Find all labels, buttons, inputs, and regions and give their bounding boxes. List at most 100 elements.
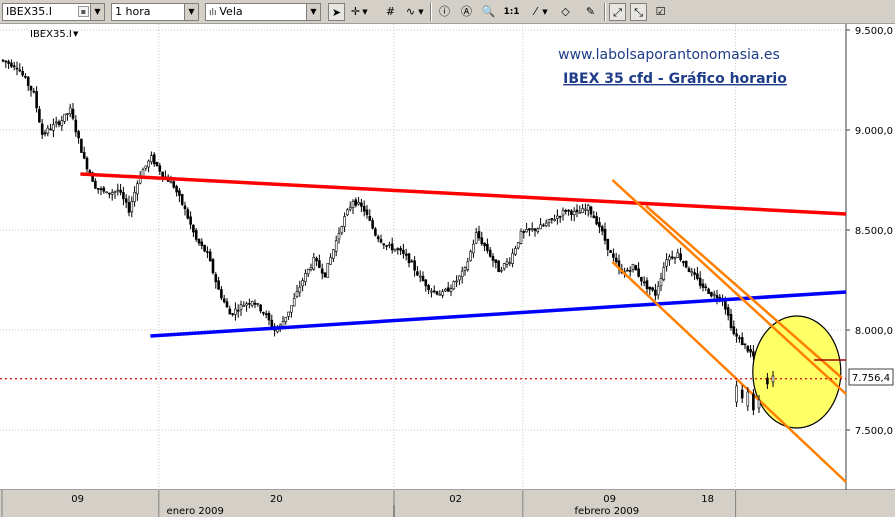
cursor-arrow-icon[interactable]: ➤ (328, 3, 345, 21)
chevron-down-icon[interactable]: ▼ (73, 30, 79, 38)
candle-down (82, 152, 86, 159)
candle-down (7, 61, 10, 64)
candle-up (309, 266, 313, 271)
zoom-icon[interactable]: 🔍 (480, 3, 497, 21)
candle-up (561, 209, 565, 216)
symbol-lookup-icon[interactable]: ▪ (78, 6, 89, 17)
one-to-one-icon[interactable]: 1:1 (503, 3, 520, 21)
candle-up (539, 224, 542, 230)
y-axis-panel (846, 24, 895, 490)
candle-down (183, 205, 187, 210)
candle-down (410, 260, 414, 263)
candle-down (589, 206, 593, 215)
candle-down (696, 273, 699, 279)
candle-down (368, 215, 372, 221)
candle-down (236, 309, 240, 312)
symbol-combo[interactable]: IBEX35.I ▪ ▼ (2, 3, 105, 21)
y-tick-label: 9.500,0 (855, 26, 893, 37)
candle-up (690, 271, 694, 274)
timeframe-select[interactable]: 1 hora ▼ (111, 3, 199, 21)
toolbar-separator (604, 3, 606, 21)
candle-down (253, 302, 257, 305)
candle-down (186, 209, 190, 219)
candle-down (614, 257, 618, 263)
candle-down (701, 283, 705, 288)
candle-down (248, 303, 251, 305)
highlight-candle (740, 389, 744, 399)
candle-down (175, 186, 178, 193)
candle-down (320, 268, 324, 274)
candle-down (74, 119, 78, 133)
source-url-text: www.labolsaporantonomasia.es (558, 47, 780, 63)
candle-up (329, 257, 332, 265)
grid-icon[interactable]: # (382, 3, 399, 21)
candle-down (71, 108, 75, 119)
info-icon[interactable]: ⓘ (436, 3, 453, 21)
chevron-down-icon[interactable]: ▼ (184, 4, 198, 20)
symbol-label[interactable]: IBEX35.I (30, 29, 72, 40)
candle-up (544, 222, 548, 227)
chevron-down-icon[interactable]: ▼ (416, 3, 426, 21)
highlighter-icon[interactable]: ✎ (582, 3, 599, 21)
candle-up (144, 165, 148, 169)
candle-up (466, 261, 470, 270)
candle-up (110, 192, 114, 195)
candle-down (402, 249, 405, 254)
candle-up (346, 209, 349, 216)
candle-up (556, 215, 559, 219)
candle-down (220, 289, 223, 299)
checkbox-icon[interactable]: ☑ (652, 3, 669, 21)
candle-up (52, 124, 55, 131)
candle-up (665, 259, 668, 267)
y-tick-label: 8.500,0 (855, 226, 893, 237)
candle-down (488, 249, 492, 257)
candle-down (746, 345, 750, 352)
candle-down (94, 180, 97, 189)
chart-style-select[interactable]: ılı Vela ▼ (205, 3, 321, 21)
candle-up (460, 270, 464, 278)
candle-down (670, 256, 674, 259)
candle-down (360, 202, 363, 207)
candle-down (323, 272, 327, 278)
candle-down (259, 304, 262, 312)
candle-down (57, 121, 61, 125)
highlight-ellipse (752, 315, 842, 429)
candle-down (180, 194, 184, 205)
chart-area[interactable]: 9.500,0 9.000,0 8.500,0 8.000,0 7.500,0 09 20 0… (0, 24, 895, 517)
candle-up (105, 191, 108, 194)
candle-down (99, 188, 103, 190)
candle-up (581, 208, 584, 213)
candle-down (228, 308, 232, 315)
candle-up (343, 216, 346, 227)
candle-down (726, 307, 730, 316)
chevron-down-icon[interactable]: ▼ (306, 4, 320, 20)
candle-up (281, 320, 285, 327)
candle-up (136, 183, 139, 195)
candlestick-chart[interactable]: 9.500,0 9.000,0 8.500,0 8.000,0 7.500,0 09 20 0… (0, 24, 895, 517)
candle-up (458, 275, 461, 281)
candle-down (542, 224, 545, 227)
candle-up (250, 301, 254, 306)
eraser-icon[interactable]: ◇ (557, 3, 574, 21)
abc-icon[interactable]: Ⓐ (458, 3, 475, 21)
candle-up (348, 206, 352, 210)
candle-up (553, 219, 556, 222)
chevron-down-icon[interactable]: ▼ (360, 3, 370, 21)
candle-up (234, 308, 237, 315)
candle-down (264, 313, 268, 316)
candle-down (687, 268, 691, 273)
candle-down (603, 229, 607, 241)
chevron-down-icon[interactable]: ▼ (540, 3, 550, 21)
candle-down (609, 250, 612, 253)
chart-style-value: Vela (219, 5, 243, 18)
scale-icon[interactable]: ⤡ (630, 3, 647, 21)
chevron-down-icon[interactable]: ▼ (90, 4, 104, 20)
auto-scale-icon[interactable]: ⤢ (609, 3, 626, 21)
candle-up (337, 233, 341, 240)
candle-down (315, 257, 318, 262)
highlight-candle (771, 375, 775, 383)
candle-up (572, 210, 576, 216)
candle-down (715, 295, 719, 299)
candle-up (116, 189, 120, 192)
candle-down (155, 162, 159, 166)
